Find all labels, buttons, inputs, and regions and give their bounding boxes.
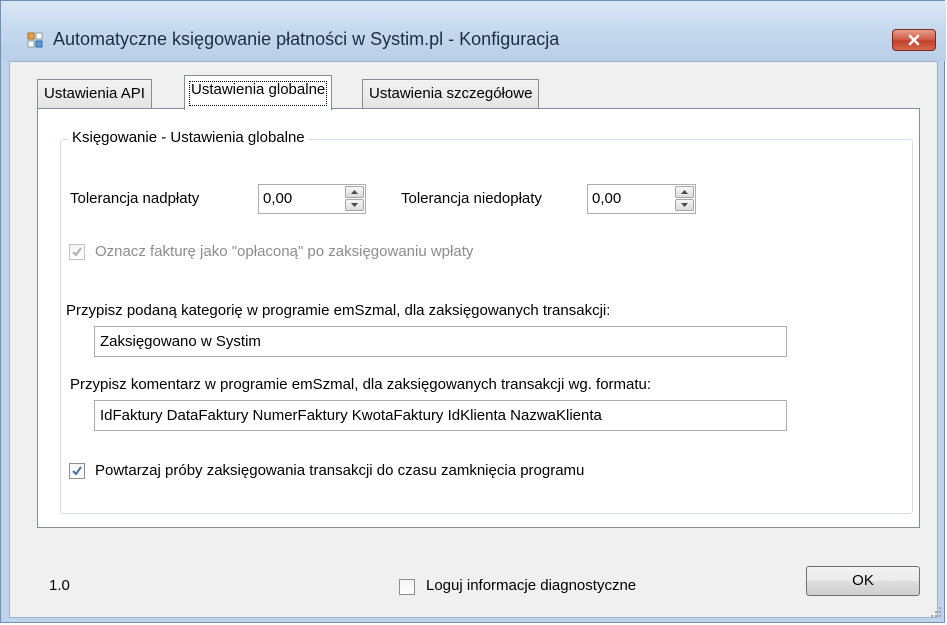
diagnostics-label: Loguj informacje diagnostyczne (426, 577, 637, 594)
tab-label: Ustawienia globalne (191, 81, 326, 98)
overpay-tolerance-label: Tolerancja nadpłaty (70, 190, 200, 207)
underpay-tolerance-value: 0,00 (592, 190, 622, 207)
stepper-buttons (345, 186, 364, 212)
mark-paid-label: Oznacz fakturę jako "opłaconą" po zaksię… (95, 243, 474, 260)
tab-label: Ustawienia API (44, 85, 145, 102)
arrow-down-icon (351, 203, 358, 207)
tab-global-settings[interactable]: Ustawienia globalne (184, 75, 333, 110)
arrow-up-icon (351, 190, 358, 194)
tab-label: Ustawienia szczegółowe (369, 85, 533, 102)
category-label: Przypisz podaną kategorię w programie em… (66, 302, 611, 319)
close-icon (908, 34, 920, 46)
overpay-tolerance-stepper[interactable]: 0,00 (258, 184, 366, 214)
tab-panel-global: Księgowanie - Ustawienia globalne Tolera… (37, 108, 920, 528)
tab-detailed-settings[interactable]: Ustawienia szczegółowe (362, 79, 540, 109)
stepper-buttons (675, 186, 694, 212)
overpay-tolerance-value: 0,00 (263, 190, 293, 207)
dialog-client-area: Ustawienia API Ustawienia globalne Ustaw… (9, 61, 938, 618)
overpay-decrement-button[interactable] (345, 199, 364, 211)
comment-format-input[interactable]: IdFaktury DataFaktury NumerFaktury Kwota… (94, 400, 787, 431)
checkmark-icon (72, 466, 82, 476)
window-title: Automatyczne księgowanie płatności w Sys… (53, 29, 560, 49)
checkmark-icon (72, 247, 82, 257)
category-input[interactable]: Zaksięgowano w Systim (94, 326, 787, 357)
config-window: Automatyczne księgowanie płatności w Sys… (0, 0, 946, 623)
underpay-tolerance-stepper[interactable]: 0,00 (587, 184, 696, 214)
app-window-icon (27, 32, 43, 48)
tab-api-settings[interactable]: Ustawienia API (37, 79, 152, 109)
arrow-up-icon (681, 190, 688, 194)
arrow-down-icon (681, 203, 688, 207)
resize-grip-icon[interactable] (930, 606, 942, 618)
close-button[interactable] (892, 29, 936, 51)
retry-checkbox[interactable] (69, 463, 85, 479)
comment-format-label: Przypisz komentarz w programie emSzmal, … (70, 376, 652, 393)
ok-button[interactable]: OK (806, 566, 920, 596)
group-accounting-global: Księgowanie - Ustawienia globalne Tolera… (60, 129, 913, 514)
mark-paid-checkbox[interactable] (69, 244, 85, 260)
version-label: 1.0 (49, 577, 70, 594)
underpay-tolerance-label: Tolerancja niedopłaty (401, 190, 542, 207)
title-bar[interactable]: Automatyczne księgowanie płatności w Sys… (1, 1, 946, 61)
underpay-increment-button[interactable] (675, 186, 694, 198)
diagnostics-checkbox[interactable] (399, 579, 415, 595)
group-title: Księgowanie - Ustawienia globalne (69, 129, 308, 146)
underpay-decrement-button[interactable] (675, 199, 694, 211)
retry-label: Powtarzaj próby zaksięgowania transakcji… (95, 462, 585, 479)
overpay-increment-button[interactable] (345, 186, 364, 198)
